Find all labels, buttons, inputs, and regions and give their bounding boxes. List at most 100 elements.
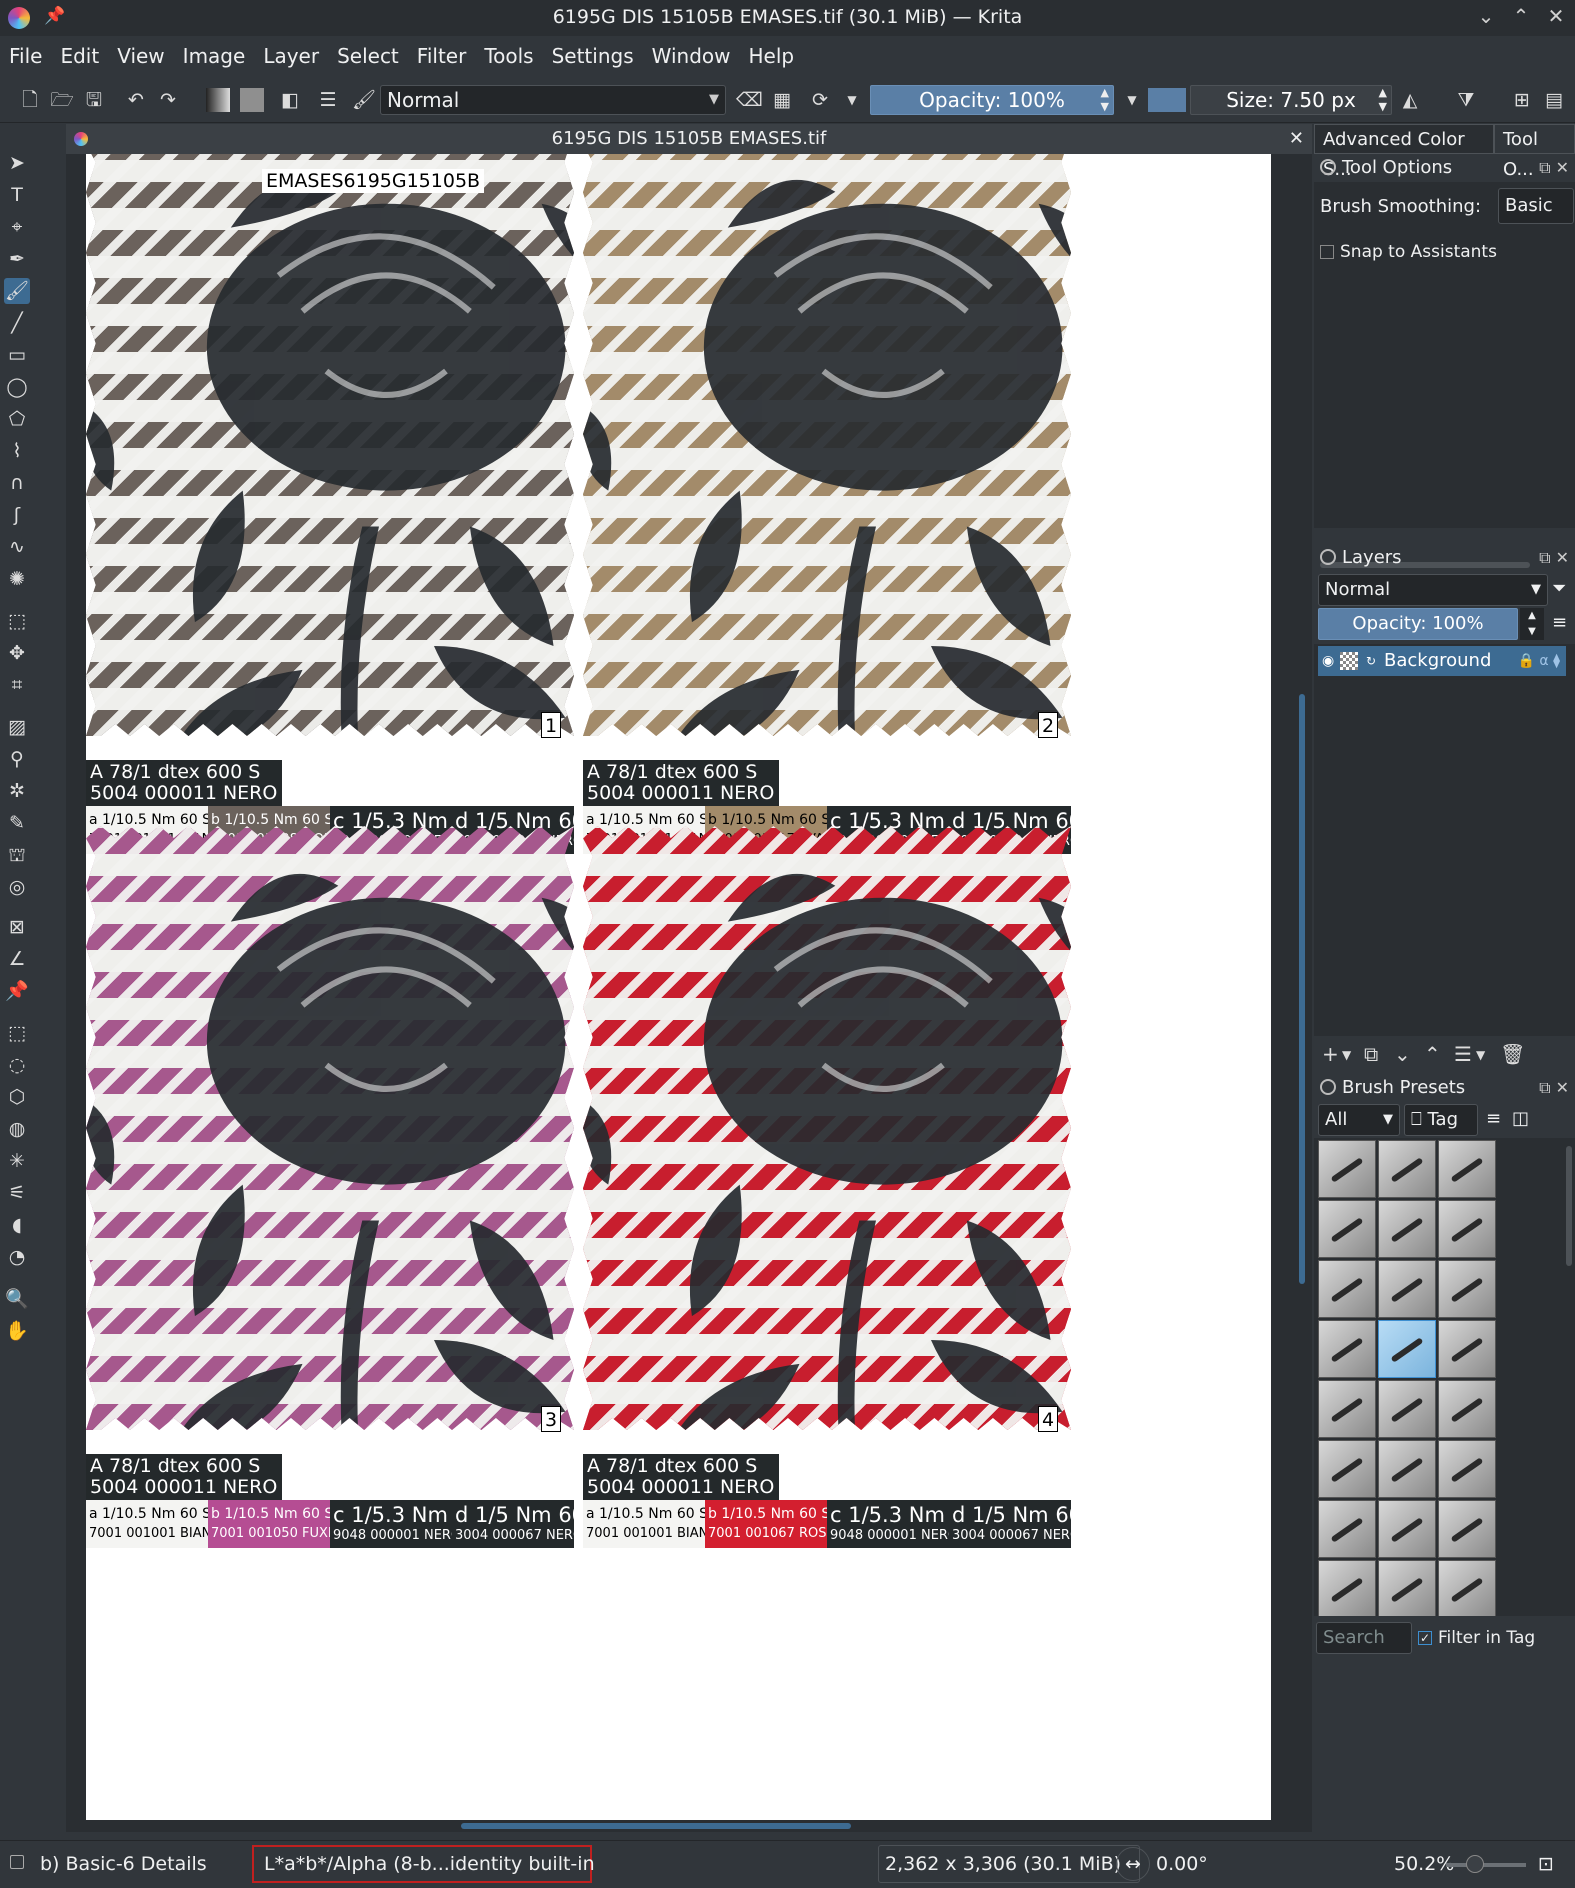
menu-filter[interactable]: Filter: [408, 44, 476, 68]
polygon-select-tool-icon[interactable]: ⬡: [4, 1084, 30, 1110]
brush-preset-tile[interactable]: [1378, 1500, 1436, 1558]
brush-preset-tile[interactable]: [1318, 1560, 1376, 1616]
brush-view-menu-icon[interactable]: ≡: [1486, 1108, 1501, 1129]
document-tab[interactable]: 6195G DIS 15105B EMASES.tif ✕: [66, 124, 1312, 154]
freehand-path-tool-icon[interactable]: ʃ: [4, 502, 30, 528]
line-tool-icon[interactable]: ╱: [4, 310, 30, 336]
brush-presets-scrollbar[interactable]: [1566, 1146, 1572, 1266]
brush-preset-icon[interactable]: 🖌: [352, 88, 376, 112]
vertical-scrollbar[interactable]: [1296, 154, 1308, 1814]
spinbox-arrows-icon[interactable]: ▲ ▼: [1520, 608, 1544, 640]
color-picker-tool-icon[interactable]: ⚲: [4, 746, 30, 772]
maximize-icon[interactable]: ⌃: [1508, 4, 1534, 28]
menu-layer[interactable]: Layer: [254, 44, 328, 68]
transform-tool-icon[interactable]: ⬚: [4, 608, 30, 634]
magnetic-select-tool-icon[interactable]: ◔: [4, 1244, 30, 1270]
menu-edit[interactable]: Edit: [51, 44, 108, 68]
layer-properties-icon[interactable]: ☰: [1454, 1042, 1472, 1066]
brush-preset-tile[interactable]: [1378, 1200, 1436, 1258]
reload-preset-icon[interactable]: ⟳: [808, 88, 832, 112]
brush-filter-select[interactable]: All ▼: [1318, 1104, 1400, 1136]
brush-search-input[interactable]: Search: [1316, 1622, 1412, 1654]
polygon-tool-icon[interactable]: ⬠: [4, 406, 30, 432]
crop-tool-icon[interactable]: ⌗: [4, 672, 30, 698]
brush-preset-tile[interactable]: [1438, 1500, 1496, 1558]
zoom-tool-icon[interactable]: 🔍: [4, 1286, 30, 1312]
menu-select[interactable]: Select: [328, 44, 408, 68]
blend-mode-select[interactable]: Normal ▼: [380, 85, 726, 115]
opacity-slider[interactable]: Opacity: 100% ▲ ▼: [870, 85, 1114, 115]
menu-help[interactable]: Help: [739, 44, 803, 68]
minimize-icon[interactable]: ⌄: [1473, 4, 1499, 28]
rotation-value[interactable]: 0.00°: [1156, 1853, 1208, 1875]
edit-shape-tool-icon[interactable]: ⌖: [4, 214, 30, 240]
tab-advanced-color-selector[interactable]: Advanced Color S...: [1314, 124, 1494, 180]
canvas-only-icon[interactable]: ⊡: [1538, 1853, 1554, 1875]
layer-blend-select[interactable]: Normal ▼: [1318, 574, 1548, 606]
flow-swatch[interactable]: [1148, 88, 1186, 112]
brush-preset-tile[interactable]: [1438, 1440, 1496, 1498]
brush-preset-tile[interactable]: [1378, 1260, 1436, 1318]
undo-icon[interactable]: ↶: [124, 88, 148, 112]
assistant-tool-icon[interactable]: ⊠: [4, 914, 30, 940]
layer-filter-icon[interactable]: ⏷: [1552, 578, 1566, 599]
menu-tools[interactable]: Tools: [475, 44, 542, 68]
ellipse-tool-icon[interactable]: ◯: [4, 374, 30, 400]
menu-settings[interactable]: Settings: [543, 44, 643, 68]
open-document-icon[interactable]: 🗁: [50, 88, 74, 112]
dynamic-brush-tool-icon[interactable]: ∿: [4, 534, 30, 560]
snap-to-assistants-checkbox[interactable]: Snap to Assistants: [1320, 242, 1497, 262]
brush-preset-tile[interactable]: [1378, 1320, 1436, 1378]
float-close-icon[interactable]: ⧉ ✕: [1539, 1074, 1569, 1102]
layer-row-background[interactable]: ◉ ↻ Background 🔒 α ⧫: [1318, 646, 1566, 676]
multibrush-tool-icon[interactable]: ✺: [4, 566, 30, 592]
menu-image[interactable]: Image: [174, 44, 255, 68]
brush-preset-tile[interactable]: [1438, 1560, 1496, 1616]
move-layer-down-icon[interactable]: ⌄: [1394, 1042, 1411, 1066]
save-document-icon[interactable]: 🖫: [82, 88, 106, 112]
duplicate-layer-icon[interactable]: ⧉: [1364, 1042, 1378, 1066]
calligraphy-tool-icon[interactable]: ✒: [4, 246, 30, 272]
brush-preset-tile[interactable]: [1378, 1380, 1436, 1438]
new-document-icon[interactable]: 🗋: [18, 88, 42, 112]
spinbox-arrows-icon[interactable]: ▲ ▼: [1101, 86, 1109, 114]
mirror-vertical-icon[interactable]: ⧩: [1454, 88, 1478, 112]
freehand-select-tool-icon[interactable]: ◍: [4, 1116, 30, 1142]
brush-preset-tile[interactable]: [1318, 1440, 1376, 1498]
brush-settings-icon[interactable]: ☰: [316, 88, 340, 112]
brush-preset-tile[interactable]: [1438, 1140, 1496, 1198]
chevron-down-icon[interactable]: ▼: [1476, 1048, 1485, 1062]
gradient-tool-icon[interactable]: ▨: [4, 714, 30, 740]
mirror-horizontal-icon[interactable]: ◭: [1398, 88, 1422, 112]
select-shape-tool-icon[interactable]: ➤: [4, 150, 30, 176]
filter-in-tag-checkbox[interactable]: ✓ Filter in Tag: [1418, 1628, 1535, 1648]
horizontal-scrollbar[interactable]: [66, 1820, 1312, 1832]
wrap-around-icon[interactable]: ⊞: [1510, 88, 1534, 112]
brush-size-slider[interactable]: Size: 7.50 px ▲ ▼: [1190, 85, 1392, 115]
zoom-slider[interactable]: [1446, 1863, 1526, 1867]
move-tool-icon[interactable]: ✥: [4, 640, 30, 666]
brush-preset-tile[interactable]: [1438, 1200, 1496, 1258]
enclose-fill-tool-icon[interactable]: ◎: [4, 874, 30, 900]
brush-smoothing-select[interactable]: Basic: [1498, 188, 1574, 224]
add-layer-icon[interactable]: +: [1322, 1042, 1339, 1066]
text-tool-icon[interactable]: T: [4, 182, 30, 208]
ellipse-select-tool-icon[interactable]: ◌: [4, 1052, 30, 1078]
spinbox-arrows-icon[interactable]: ▲ ▼: [1379, 86, 1387, 114]
chevron-down-icon[interactable]: ▼: [840, 88, 864, 112]
brush-preset-tile[interactable]: [1438, 1320, 1496, 1378]
redo-icon[interactable]: ↷: [156, 88, 180, 112]
pattern-icon[interactable]: [240, 88, 264, 112]
freehand-brush-tool-icon[interactable]: 🖌: [4, 278, 30, 304]
brush-preset-tile[interactable]: [1378, 1560, 1436, 1616]
brush-preset-tile[interactable]: [1438, 1260, 1496, 1318]
close-icon[interactable]: ✕: [1543, 4, 1569, 28]
similar-select-tool-icon[interactable]: ⚟: [4, 1180, 30, 1206]
brush-preset-tile[interactable]: [1318, 1380, 1376, 1438]
color-swap-icon[interactable]: ◧: [278, 88, 302, 112]
brush-preset-tile[interactable]: [1378, 1440, 1436, 1498]
horizontal-scroll-thumb[interactable]: [461, 1823, 851, 1829]
vertical-scroll-thumb[interactable]: [1299, 694, 1305, 1284]
color-space-indicator[interactable]: L*a*b*/Alpha (8-b...identity built-in: [252, 1845, 595, 1883]
rect-select-tool-icon[interactable]: ⬚: [4, 1020, 30, 1046]
